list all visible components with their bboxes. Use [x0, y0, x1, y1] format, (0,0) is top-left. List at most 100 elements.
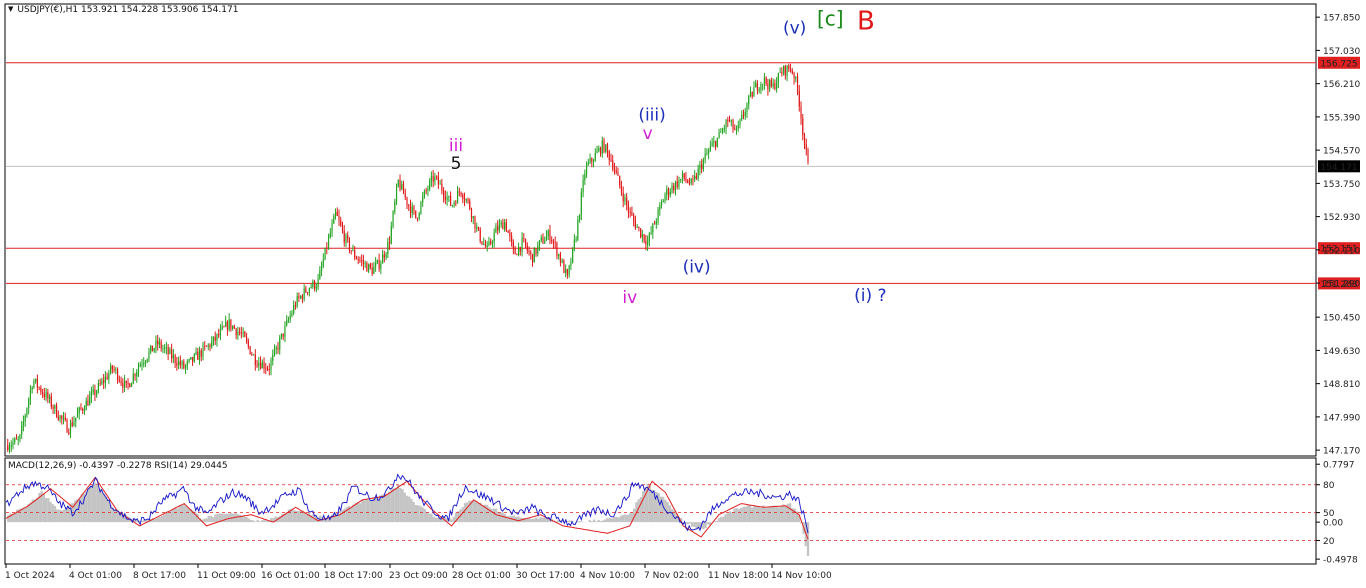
- candle-body: [505, 222, 507, 231]
- candle-body: [800, 106, 802, 119]
- candle-body: [165, 347, 167, 349]
- candle-body: [287, 319, 290, 321]
- candle-body: [620, 185, 623, 193]
- wave-label: (iv): [683, 258, 711, 278]
- candle-body: [444, 196, 446, 200]
- candle-body: [59, 415, 61, 420]
- candle-body: [477, 227, 480, 230]
- candle-body: [198, 350, 201, 360]
- candle-body: [268, 369, 270, 370]
- candle-body: [141, 364, 143, 366]
- candle-body: [99, 383, 101, 385]
- candle-body: [538, 240, 541, 246]
- candle-body: [491, 242, 494, 244]
- candle-body: [615, 170, 617, 173]
- candle-body: [791, 70, 793, 74]
- candle-body: [380, 263, 382, 269]
- candle-body: [202, 345, 204, 357]
- candle-body: [214, 336, 216, 341]
- time-axis[interactable]: 1 Oct 2024 4 Oct 01:00 8 Oct 17:00 11 Oct 0…: [5, 564, 832, 581]
- candle-body: [408, 204, 410, 206]
- candle-body: [462, 194, 464, 199]
- candle-body: [640, 228, 642, 238]
- candle-body: [629, 212, 631, 213]
- candle-body: [341, 225, 344, 231]
- candle-body: [150, 345, 152, 352]
- candle-body: [361, 260, 363, 261]
- candle-body: [702, 159, 704, 169]
- candle-body: [296, 296, 298, 307]
- candle-body: [434, 176, 436, 182]
- price-axis[interactable]: 157.850 157.030 156.210 155.390 154.570 153.7…: [1316, 14, 1360, 457]
- candle-body: [195, 352, 197, 355]
- candle-body: [218, 334, 220, 336]
- candle-body: [139, 364, 141, 367]
- candle-body: [66, 419, 68, 433]
- price-tick-label: 147.170: [1323, 447, 1360, 457]
- time-tick-label: 18 Oct 17:00: [324, 571, 383, 581]
- candle-body: [584, 173, 586, 181]
- candle-body: [789, 68, 792, 71]
- candle-body: [352, 250, 354, 251]
- candle-body: [340, 220, 342, 226]
- candle-body: [368, 264, 370, 272]
- candle-body: [709, 146, 711, 151]
- candle-body: [282, 333, 284, 337]
- candle-body: [528, 250, 530, 253]
- candle-body: [660, 202, 663, 206]
- candle-body: [21, 425, 23, 435]
- candle-body: [350, 250, 352, 252]
- candle-body: [188, 359, 190, 362]
- candle-body: [225, 321, 227, 327]
- candle-body: [378, 259, 380, 269]
- candle-body: [730, 120, 732, 122]
- candle-body: [209, 344, 211, 348]
- candle-body: [232, 326, 234, 329]
- candle-body: [497, 226, 499, 231]
- candle-body: [263, 362, 265, 369]
- candle-body: [598, 148, 600, 152]
- candle-body: [542, 237, 544, 244]
- candle-body: [326, 247, 328, 249]
- candle-body: [467, 199, 469, 201]
- candle-body: [596, 151, 598, 154]
- candle-body: [483, 243, 485, 245]
- wave-label: (v): [783, 18, 806, 38]
- candle-body: [24, 415, 26, 422]
- candle-body: [33, 381, 35, 388]
- candle-body: [524, 238, 527, 246]
- candle-body: [313, 281, 316, 289]
- candle-body: [554, 242, 556, 244]
- candle-body: [714, 141, 717, 147]
- symbol-header: ▼ USDJPY(€),H1 153.921 154.228 153.906 15…: [8, 5, 238, 15]
- candle-body: [795, 76, 797, 79]
- candle-body: [94, 389, 96, 396]
- candle-body: [603, 140, 605, 152]
- candle-body: [727, 120, 729, 122]
- candle-body: [786, 65, 788, 76]
- candle-body: [756, 82, 759, 91]
- candle-body: [305, 288, 307, 293]
- candle-body: [626, 197, 628, 205]
- candle-body: [144, 361, 147, 364]
- candle-body: [10, 445, 12, 448]
- candle-body: [460, 192, 462, 195]
- candle-body: [769, 80, 771, 90]
- candle-body: [294, 305, 297, 307]
- candle-body: [251, 354, 253, 355]
- candle-body: [111, 365, 113, 370]
- candle-body: [549, 230, 551, 241]
- candle-body: [75, 417, 77, 422]
- candle-body: [437, 176, 439, 185]
- candle-body: [315, 286, 317, 289]
- candle-body: [143, 363, 145, 365]
- candle-body: [420, 202, 422, 214]
- wave-label: (iii): [638, 106, 665, 126]
- indicator-tick-label: 20: [1323, 537, 1335, 547]
- candle-body: [720, 132, 722, 133]
- candle-body: [667, 188, 670, 195]
- last-price-label: 154.171: [1320, 163, 1357, 173]
- candle-body: [172, 355, 174, 359]
- candle-body: [212, 336, 215, 342]
- collapse-triangle-icon[interactable]: ▼: [8, 5, 13, 13]
